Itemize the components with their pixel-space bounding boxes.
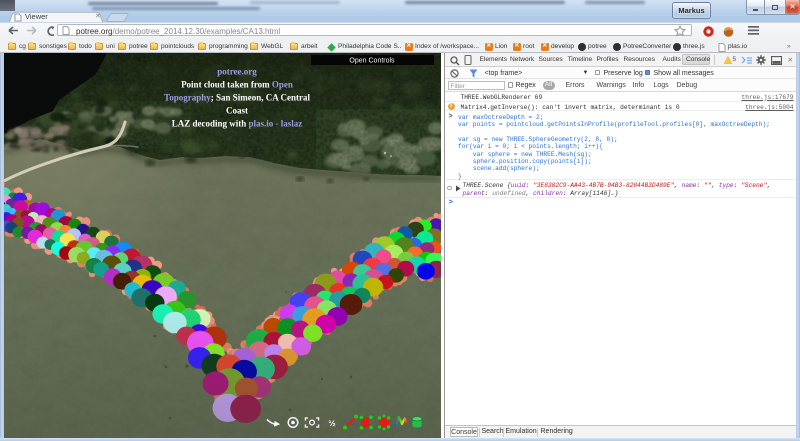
svg-text:Coast: Coast bbox=[226, 105, 248, 115]
svg-text:potree.org: potree.org bbox=[217, 66, 257, 76]
svg-text:Topography; San Simeon, CA Cen: Topography; San Simeon, CA Central bbox=[164, 92, 310, 102]
svg-text:Open Controls: Open Controls bbox=[349, 57, 395, 64]
svg-text:½: ½ bbox=[328, 417, 335, 427]
svg-text:LAZ decoding with plas.io - la: LAZ decoding with plas.io - laslaz bbox=[172, 118, 303, 128]
svg-text:Point cloud taken from Open: Point cloud taken from Open bbox=[181, 79, 293, 89]
